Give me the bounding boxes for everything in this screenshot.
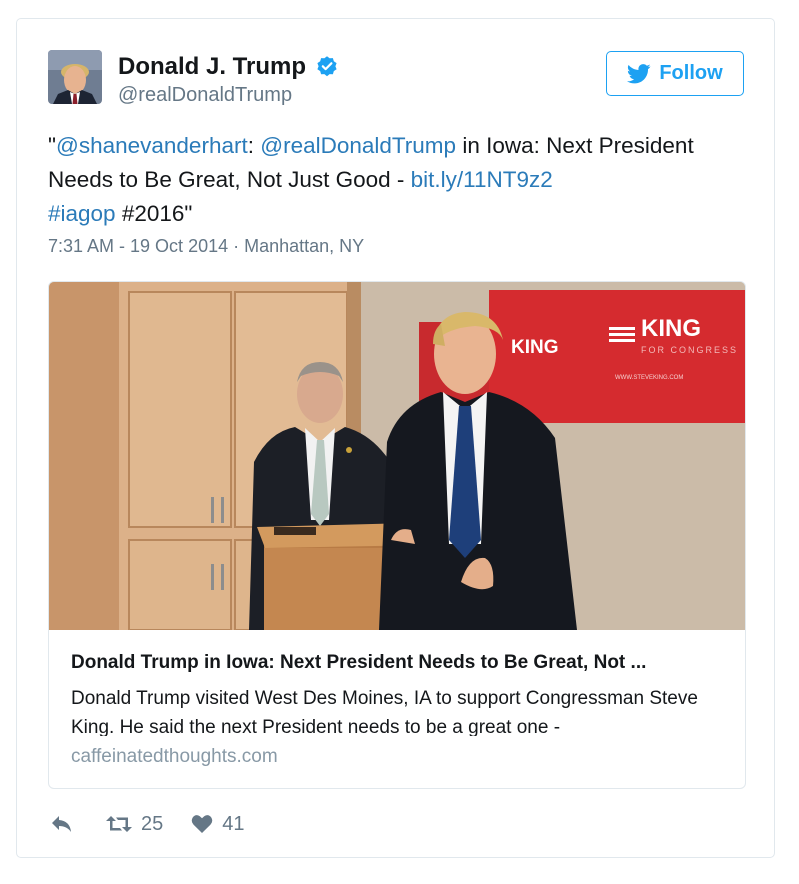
- banner-text-right: KING: [641, 315, 701, 342]
- retweet-button[interactable]: 25: [105, 813, 163, 836]
- twitter-bird-icon: [627, 63, 651, 83]
- tweet-text-colon: :: [247, 133, 261, 158]
- mention-link[interactable]: @realDonaldTrump: [260, 133, 456, 158]
- link-preview-card[interactable]: KING KING FOR CONGRESS WWW.STEVEKING.COM: [48, 281, 746, 789]
- banner-text-left: KING: [511, 337, 559, 358]
- reply-button[interactable]: [50, 814, 74, 834]
- retweet-icon: [106, 816, 132, 832]
- card-title[interactable]: Donald Trump in Iowa: Next President Nee…: [71, 652, 731, 674]
- tweet-timestamp[interactable]: 7:31 AM - 19 Oct 2014 · Manhattan, NY: [48, 236, 364, 257]
- article-photo: KING KING FOR CONGRESS WWW.STEVEKING.COM: [49, 282, 745, 630]
- user-name-text[interactable]: Donald J. Trump: [118, 53, 306, 81]
- like-count: 41: [222, 812, 245, 835]
- url-link[interactable]: bit.ly/11NT9z2: [411, 167, 553, 192]
- tweet-text-tail: #2016": [115, 201, 193, 226]
- user-name[interactable]: Donald J. Trump: [118, 53, 339, 81]
- avatar[interactable]: [48, 50, 102, 104]
- banner-url: WWW.STEVEKING.COM: [615, 375, 683, 381]
- quote-mark: ": [48, 133, 56, 158]
- verified-badge-icon: [317, 56, 337, 77]
- tweet-text: "@shanevanderhart: @realDonaldTrump in I…: [48, 129, 748, 231]
- follow-label: Follow: [659, 62, 723, 84]
- card-description: Donald Trump visited West Des Moines, IA…: [71, 688, 698, 736]
- tweet-actions: 25 41: [50, 809, 245, 839]
- like-button[interactable]: 41: [191, 812, 245, 836]
- reply-icon: [52, 816, 71, 832]
- follow-button[interactable]: Follow: [606, 51, 744, 96]
- card-domain[interactable]: caffeinatedthoughts.com: [71, 746, 278, 768]
- hashtag-link[interactable]: #iagop: [48, 201, 116, 226]
- retweet-count: 25: [141, 812, 164, 835]
- heart-icon: [192, 815, 213, 833]
- tweet-card: Donald J. Trump @realDonaldTrump Follow …: [16, 18, 775, 858]
- user-handle[interactable]: @realDonaldTrump: [118, 84, 292, 107]
- mention-link[interactable]: @shanevanderhart: [56, 133, 248, 158]
- banner-subtitle: FOR CONGRESS: [641, 345, 738, 355]
